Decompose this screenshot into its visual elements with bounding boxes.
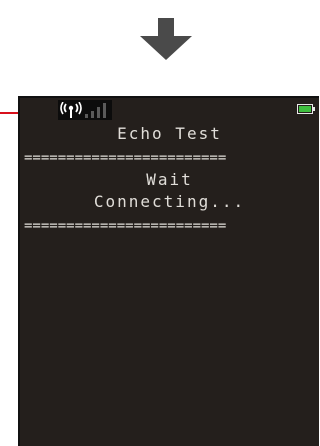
status-bar [20,98,319,122]
status-text-connecting: Connecting... [93,192,246,211]
antenna-icon [60,102,82,118]
battery-icon [297,104,315,114]
separator-bottom: ======================== [24,218,227,234]
device-screen: Echo Test ======================== Wait … [18,96,319,446]
down-arrow-icon [140,18,192,60]
signal-bars-icon [85,103,106,118]
separator-top: ======================== [24,150,227,166]
screen-title: Echo Test [117,124,222,143]
signal-indicator [58,100,112,120]
status-text-wait: Wait [146,170,193,189]
page: Echo Test ======================== Wait … [0,0,319,446]
